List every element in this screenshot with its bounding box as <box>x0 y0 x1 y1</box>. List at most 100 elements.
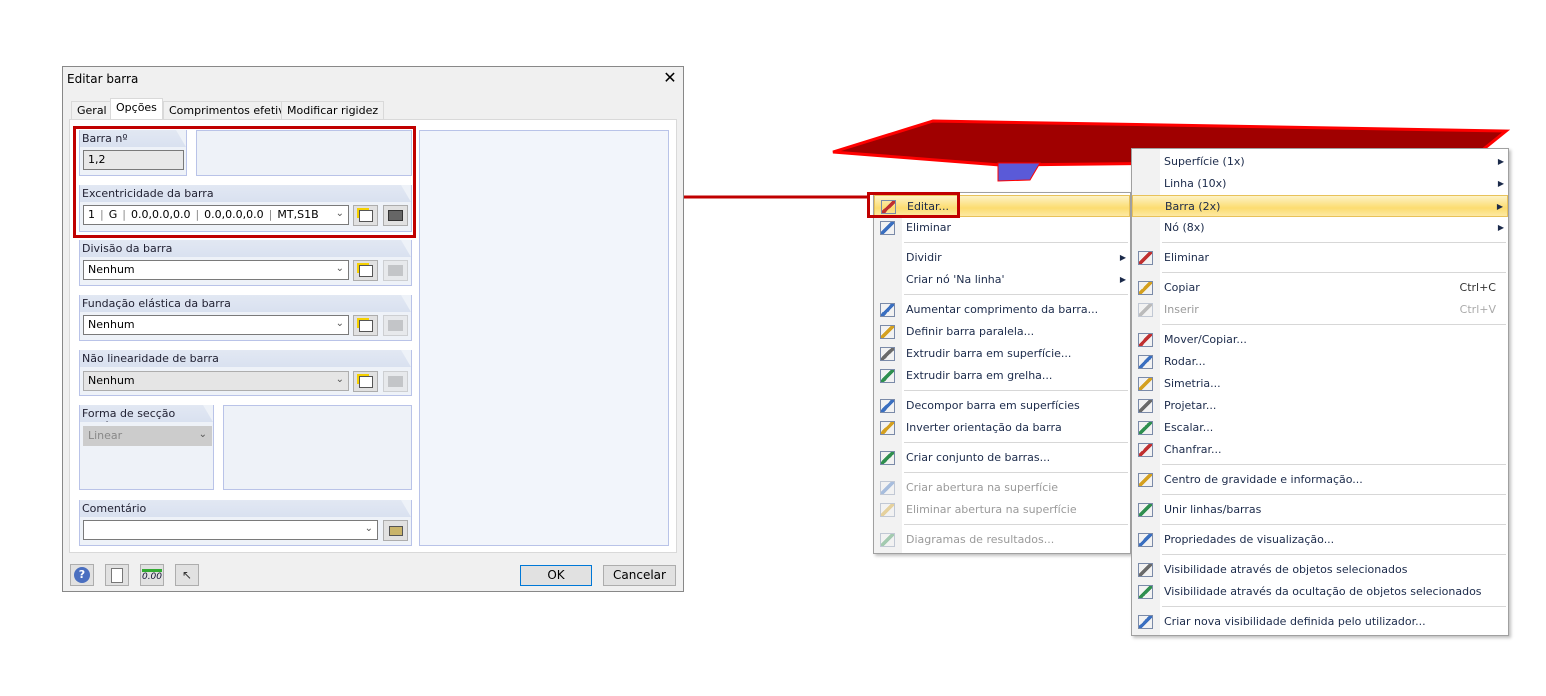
close-icon[interactable]: ✕ <box>661 69 679 87</box>
variable-section-select[interactable]: Linear ⌄ <box>83 426 212 446</box>
menu-separator <box>1132 521 1508 529</box>
new-foundation-button[interactable] <box>353 315 378 336</box>
delete-icon <box>1138 251 1153 265</box>
menu-separator <box>1132 239 1508 247</box>
nonlinearity-label: Não linearidade de barra <box>80 350 411 367</box>
menu-item-criar-no-na-linha[interactable]: Criar nó 'Na linha' ▶ <box>874 269 1130 291</box>
menu-item-label: Criar abertura na superfície <box>906 481 1059 494</box>
menu-item-no-8x[interactable]: Nó (8x) ▶ <box>1132 217 1508 239</box>
library-icon <box>388 525 403 536</box>
menu-item-projetar[interactable]: Projetar... <box>1132 395 1508 417</box>
menu-item-criar-abertura-na-superficie[interactable]: Criar abertura na superfície <box>874 477 1130 499</box>
menu-item-label: Extrudir barra em grelha... <box>906 369 1053 382</box>
menu-item-linha-10x[interactable]: Linha (10x) ▶ <box>1132 173 1508 195</box>
menu-item-inverter-orientacao-da-barra[interactable]: Inverter orientação da barra <box>874 417 1130 439</box>
dialog-title: Editar barra <box>67 72 139 86</box>
menu-item-simetria[interactable]: Simetria... <box>1132 373 1508 395</box>
editar-highlight-box <box>867 192 960 218</box>
edit-division-button[interactable] <box>383 260 408 281</box>
shortcut-label: Ctrl+C <box>1459 281 1496 294</box>
menu-item-label: Extrudir barra em superfície... <box>906 347 1072 360</box>
menu-item-propriedades-de-visualizacao[interactable]: Propriedades de visualização... <box>1132 529 1508 551</box>
menu-item-dividir[interactable]: Dividir ▶ <box>874 247 1130 269</box>
menu-item-label: Nó (8x) <box>1164 221 1205 234</box>
menu-separator <box>1132 269 1508 277</box>
menu-item-label: Barra (2x) <box>1165 200 1221 213</box>
select-button[interactable]: ↖ <box>175 564 199 586</box>
submenu-arrow-icon: ▶ <box>1497 157 1504 166</box>
new-division-button[interactable] <box>353 260 378 281</box>
move-icon <box>1138 333 1153 347</box>
help-button[interactable]: ? <box>70 564 94 586</box>
edit-foundation-button[interactable] <box>383 315 408 336</box>
menu-separator <box>874 291 1130 299</box>
menu-item-criar-nova-visibilidade-definida-pelo-utilizador[interactable]: Criar nova visibilidade definida pelo ut… <box>1132 611 1508 633</box>
menu-item-label: Escalar... <box>1164 421 1214 434</box>
nonlinearity-select[interactable]: Nenhum ⌄ <box>83 371 349 391</box>
menu-item-label: Eliminar abertura na superfície <box>906 503 1077 516</box>
menu-item-extrudir-barra-em-grelha[interactable]: Extrudir barra em grelha... <box>874 365 1130 387</box>
edit-icon <box>388 265 403 276</box>
menu-item-eliminar[interactable]: Eliminar <box>1132 247 1508 269</box>
menu-item-centro-de-gravidade-e-informacao[interactable]: Centro de gravidade e informação... <box>1132 469 1508 491</box>
menu-item-decompor-barra-em-superficies[interactable]: Decompor barra em superfícies <box>874 395 1130 417</box>
foundation-group: Fundação elástica da barra Nenhum ⌄ <box>79 295 412 341</box>
shortcut-label: Ctrl+V <box>1459 303 1496 316</box>
new-icon <box>358 319 373 332</box>
menu-item-definir-barra-paralela[interactable]: Definir barra paralela... <box>874 321 1130 343</box>
menu-item-label: Propriedades de visualização... <box>1164 533 1335 546</box>
help-icon: ? <box>74 567 90 583</box>
tab-modificar-rigidez[interactable]: Modificar rigidez <box>281 101 385 119</box>
menu-item-eliminar-abertura-na-superficie[interactable]: Eliminar abertura na superfície <box>874 499 1130 521</box>
menu-item-extrudir-barra-em-superficie[interactable]: Extrudir barra em superfície... <box>874 343 1130 365</box>
context-menu-selection: Superfície (1x) ▶ Linha (10x) ▶ Barra (2x) ▶ N… <box>1131 148 1509 636</box>
menu-item-visibilidade-atraves-de-objetos-selecionados[interactable]: Visibilidade através de objetos selecion… <box>1132 559 1508 581</box>
foundation-value: Nenhum <box>88 318 135 331</box>
ok-button[interactable]: OK <box>520 565 592 586</box>
nonlinearity-value: Nenhum <box>88 374 135 387</box>
menu-item-mover-copiar[interactable]: Mover/Copiar... <box>1132 329 1508 351</box>
chevron-down-icon: ⌄ <box>335 318 344 329</box>
menu-item-label: Aumentar comprimento da barra... <box>906 303 1099 316</box>
mirror-icon <box>1138 377 1153 391</box>
edit-icon <box>388 320 403 331</box>
edit-note-button[interactable] <box>105 564 129 586</box>
tab-geral[interactable]: Geral <box>71 101 113 119</box>
menu-item-visibilidade-atraves-da-ocultacao-de-objetos-selecionados[interactable]: Visibilidade através da ocultação de obj… <box>1132 581 1508 603</box>
menu-item-copiar[interactable]: Copiar Ctrl+C <box>1132 277 1508 299</box>
division-select[interactable]: Nenhum ⌄ <box>83 260 349 280</box>
menu-item-chanfrar[interactable]: Chanfrar... <box>1132 439 1508 461</box>
menu-item-label: Linha (10x) <box>1164 177 1227 190</box>
tab-opcoes[interactable]: Opções <box>110 98 163 120</box>
visibility-icon <box>1138 563 1153 577</box>
center-of-gravity-icon <box>1138 473 1153 487</box>
menu-separator <box>1132 491 1508 499</box>
units-button[interactable]: 0.00 <box>140 564 164 586</box>
menu-item-rodar[interactable]: Rodar... <box>1132 351 1508 373</box>
menu-item-criar-conjunto-de-barras[interactable]: Criar conjunto de barras... <box>874 447 1130 469</box>
menu-separator <box>874 387 1130 395</box>
cancel-button[interactable]: Cancelar <box>603 565 676 586</box>
menu-item-aumentar-comprimento-da-barra[interactable]: Aumentar comprimento da barra... <box>874 299 1130 321</box>
comment-input[interactable]: ⌄ <box>83 520 378 540</box>
highlight-box <box>73 126 416 238</box>
menu-item-inserir[interactable]: Inserir Ctrl+V <box>1132 299 1508 321</box>
foundation-select[interactable]: Nenhum ⌄ <box>83 315 349 335</box>
comment-label: Comentário <box>80 500 411 517</box>
menu-item-label: Eliminar <box>1164 251 1210 264</box>
chevron-down-icon: ⌄ <box>198 429 207 440</box>
menu-item-unir-linhas-barras[interactable]: Unir linhas/barras <box>1132 499 1508 521</box>
menu-item-escalar[interactable]: Escalar... <box>1132 417 1508 439</box>
menu-item-barra-2x[interactable]: Barra (2x) ▶ <box>1132 195 1508 217</box>
division-label: Divisão da barra <box>80 240 411 257</box>
menu-item-label: Simetria... <box>1164 377 1221 390</box>
comment-library-button[interactable] <box>383 520 408 541</box>
menu-item-eliminar[interactable]: Eliminar <box>874 217 1130 239</box>
menu-item-superficie-1x[interactable]: Superfície (1x) ▶ <box>1132 151 1508 173</box>
menu-item-diagramas-de-resultados[interactable]: Diagramas de resultados... <box>874 529 1130 551</box>
menu-separator <box>1132 321 1508 329</box>
new-nonlinearity-button[interactable] <box>353 371 378 392</box>
chevron-down-icon: ⌄ <box>335 374 344 385</box>
edit-nonlinearity-button[interactable] <box>383 371 408 392</box>
chevron-down-icon: ⌄ <box>335 263 344 274</box>
